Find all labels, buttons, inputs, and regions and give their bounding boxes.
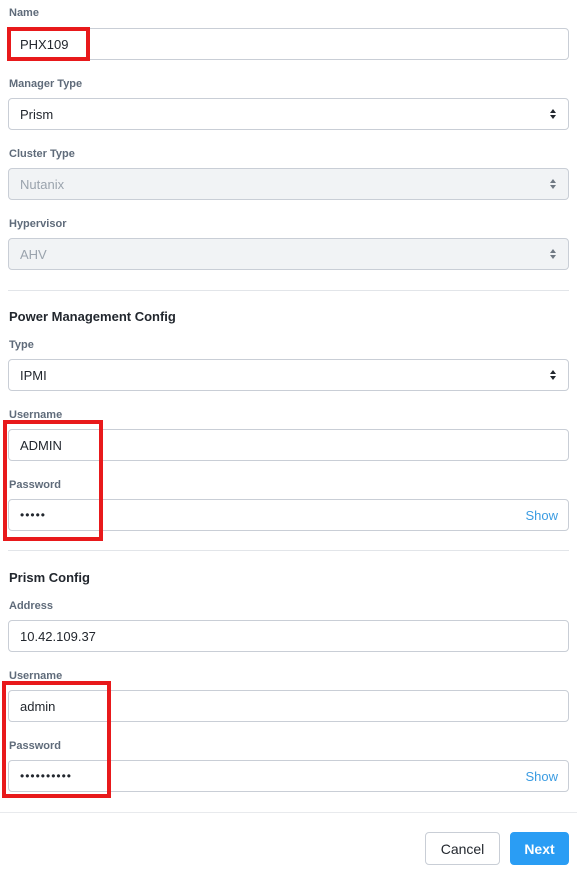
select-arrows-icon	[550, 107, 556, 121]
prism-username-value: admin	[20, 698, 56, 714]
hypervisor-select: AHV	[8, 238, 569, 270]
pm-username-input[interactable]: ADMIN	[8, 429, 569, 461]
cluster-type-select: Nutanix	[8, 168, 569, 200]
pm-type-label: Type	[9, 339, 34, 351]
prism-address-value: 10.42.109.37	[20, 628, 96, 644]
manager-type-label: Manager Type	[9, 78, 83, 90]
pm-username-value: ADMIN	[20, 437, 62, 453]
prism-username-label: Username	[9, 670, 63, 682]
cluster-type-label: Cluster Type	[9, 148, 75, 160]
pm-password-label: Password	[9, 479, 61, 491]
prism-address-label: Address	[9, 600, 54, 612]
name-input[interactable]: PHX109	[8, 28, 569, 60]
cancel-button[interactable]: Cancel	[425, 832, 500, 865]
name-value: PHX109	[20, 36, 69, 52]
pm-type-value: IPMI	[20, 367, 47, 383]
section-divider	[8, 550, 569, 551]
prism-username-input[interactable]: admin	[8, 690, 569, 722]
prism-address-input[interactable]: 10.42.109.37	[8, 620, 569, 652]
next-button[interactable]: Next	[510, 832, 569, 865]
prism-password-input[interactable]: •••••••••• Show	[8, 760, 569, 792]
manager-type-select[interactable]: Prism	[8, 98, 569, 130]
pm-password-show-button[interactable]: Show	[525, 508, 558, 523]
pm-username-label: Username	[9, 409, 63, 421]
select-arrows-icon	[550, 247, 556, 261]
pm-password-input[interactable]: ••••• Show	[8, 499, 569, 531]
select-arrows-icon	[550, 177, 556, 191]
prism-password-show-button[interactable]: Show	[525, 769, 558, 784]
name-label: Name	[9, 7, 39, 19]
manager-type-value: Prism	[20, 106, 54, 122]
prism-password-value: ••••••••••	[20, 769, 73, 783]
pm-password-value: •••••	[20, 508, 47, 522]
power-management-title: Power Management Config	[9, 309, 176, 324]
hypervisor-value: AHV	[20, 246, 47, 262]
pm-type-select[interactable]: IPMI	[8, 359, 569, 391]
section-divider	[8, 290, 569, 291]
prism-config-title: Prism Config	[9, 570, 90, 585]
select-arrows-icon	[550, 368, 556, 382]
hypervisor-label: Hypervisor	[9, 218, 67, 230]
prism-password-label: Password	[9, 740, 61, 752]
footer-divider	[0, 812, 577, 813]
cluster-type-value: Nutanix	[20, 176, 65, 192]
